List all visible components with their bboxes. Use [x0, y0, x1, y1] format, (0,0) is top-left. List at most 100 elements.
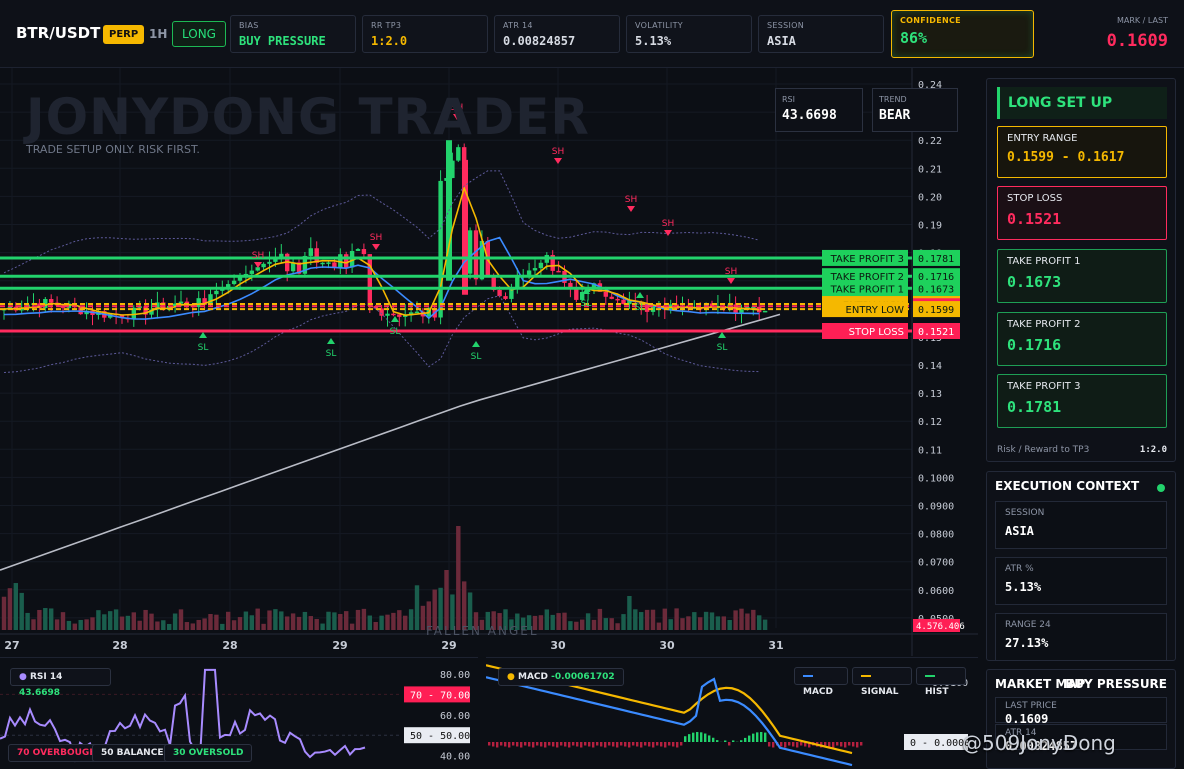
volume-bar	[78, 619, 83, 630]
swing-low-label: SL	[635, 303, 646, 313]
tp1-label: TAKE PROFIT 1	[1007, 256, 1081, 267]
market-map-bias: BUY PRESSURE	[1065, 677, 1167, 691]
take-profit-2-box[interactable]: TAKE PROFIT 2 0.1716	[997, 312, 1167, 366]
macd-hist-bar	[832, 742, 835, 748]
entry-range-box[interactable]: ENTRY RANGE 0.1599 - 0.1617	[997, 126, 1167, 178]
exec-atr-box: ATR % 5.13%	[995, 557, 1167, 605]
macd-hist-bar	[768, 742, 771, 747]
macd-hist-bar	[860, 742, 863, 746]
volume-bar	[131, 612, 136, 630]
swing-low-label: SL	[390, 327, 401, 337]
risk-reward-row: Risk / Reward to TP3 1:2.0	[997, 445, 1167, 455]
macd-hist-bar	[792, 742, 795, 747]
macd-hist-bar	[644, 742, 647, 746]
macd-hist-bar	[656, 742, 659, 746]
price-tick-label: 0.11	[918, 445, 942, 456]
rsi-tick-label: 40.00	[440, 752, 470, 763]
exec-session-box: SESSION ASIA	[995, 501, 1167, 549]
swing-low-arrow	[472, 341, 480, 347]
bias-value: BUY PRESSURE	[239, 34, 326, 48]
rsi-70-tag: 70 - 70.00	[410, 690, 470, 701]
macd-hist-bar	[756, 732, 759, 742]
macd-hist-bar	[624, 742, 627, 747]
volume-bar	[644, 609, 650, 630]
volume-bar	[615, 623, 620, 630]
macd-hist-bar	[708, 735, 711, 742]
stop-loss-label: STOP LOSS	[1007, 193, 1063, 204]
volume-bar	[585, 613, 591, 630]
swing-low-label: SL	[717, 343, 728, 353]
macd-hist-bar	[800, 742, 803, 746]
volume-bar	[762, 619, 768, 630]
volume-bar	[237, 617, 243, 630]
macd-hist-bar	[516, 742, 519, 747]
volume-bar	[19, 592, 24, 630]
price-chart[interactable]: 0.240.230.220.210.200.190.180.170.160.15…	[0, 68, 978, 656]
stop-loss-box[interactable]: STOP LOSS 0.1521	[997, 186, 1167, 240]
swing-high-label: SH	[370, 233, 382, 243]
volume-tag-label: 4.576.406	[916, 622, 965, 632]
candle-body	[231, 280, 237, 285]
macd-hist-bar	[504, 742, 507, 747]
session-label: SESSION	[767, 21, 805, 30]
macd-hist-bar	[724, 740, 727, 742]
volume-bar	[60, 612, 66, 630]
confidence-card: CONFIDENCE 86%	[891, 10, 1034, 58]
macd-hist-bar	[676, 742, 679, 748]
volume-bar	[668, 619, 673, 630]
volume-bar	[290, 613, 296, 630]
volume-bar	[137, 620, 142, 630]
atr-value: 0.00824857	[503, 34, 576, 48]
perp-badge: PERP	[103, 25, 145, 44]
price-tick-label: 0.0700	[918, 558, 954, 569]
rsi-value: 43.6698	[19, 688, 60, 698]
rr-value: 1:2.0	[371, 34, 408, 48]
live-status-dot	[1157, 484, 1165, 492]
volume-bar	[296, 616, 302, 630]
volume-bar	[96, 610, 101, 630]
candle-body	[515, 277, 520, 289]
level-price-label: 0.1521	[918, 327, 954, 338]
volume-bar	[686, 616, 691, 630]
macd-hist-bar	[584, 742, 587, 746]
exec-range-value: 27.13%	[1005, 636, 1049, 650]
volume-bar	[208, 613, 213, 630]
rr-card: RR TP3 1:2.0	[362, 15, 488, 53]
rsi-pane[interactable]: 80.0070.0060.0050.0040.0070 - 70.0050 - …	[0, 657, 478, 769]
level-tag-label: TAKE PROFIT 1	[830, 284, 904, 295]
swing-low-label: SL	[326, 349, 337, 359]
macd-hist-bar	[740, 740, 743, 742]
candle-body	[438, 180, 443, 318]
volume-bar	[1, 596, 7, 630]
exec-session-value: ASIA	[1005, 524, 1034, 538]
volume-bar	[680, 618, 685, 630]
volume-bar	[155, 621, 160, 630]
candle-body	[320, 262, 325, 265]
volume-bar	[562, 612, 567, 630]
macd-pane[interactable]: 0.01000.00000 - 0.0000 ● MACD -0.0006170…	[485, 657, 978, 769]
macd-hist-bar	[520, 742, 523, 748]
volume-bar	[72, 623, 77, 630]
macd-hist-bar	[780, 742, 783, 747]
volume-bar	[302, 611, 308, 630]
volume-bar	[408, 609, 414, 630]
candle-body	[267, 261, 272, 264]
volume-bar	[709, 612, 715, 630]
macd-hist-bar	[668, 742, 671, 746]
level-price-label: 0.1599	[918, 305, 954, 316]
take-profit-3-box[interactable]: TAKE PROFIT 3 0.1781	[997, 374, 1167, 428]
candle-body	[255, 267, 260, 271]
macd-hist-bar	[616, 742, 619, 748]
symbol-title[interactable]: BTR/USDT	[16, 24, 100, 42]
volume-bar	[391, 612, 396, 630]
volume-bar	[580, 619, 585, 630]
price-tick-label: 0.0600	[918, 586, 954, 597]
take-profit-1-box[interactable]: TAKE PROFIT 1 0.1673	[997, 249, 1167, 303]
long-setup-title: LONG SET UP	[997, 87, 1167, 119]
macd-hist-bar	[532, 742, 535, 748]
chart-canvas[interactable]: 0.240.230.220.210.200.190.180.170.160.15…	[0, 68, 978, 656]
macd-hist-bar	[500, 742, 503, 746]
timeframe-label[interactable]: 1H	[149, 27, 167, 41]
swing-low-arrow	[199, 332, 207, 338]
last-price-box: LAST PRICE 0.1609	[995, 697, 1167, 726]
